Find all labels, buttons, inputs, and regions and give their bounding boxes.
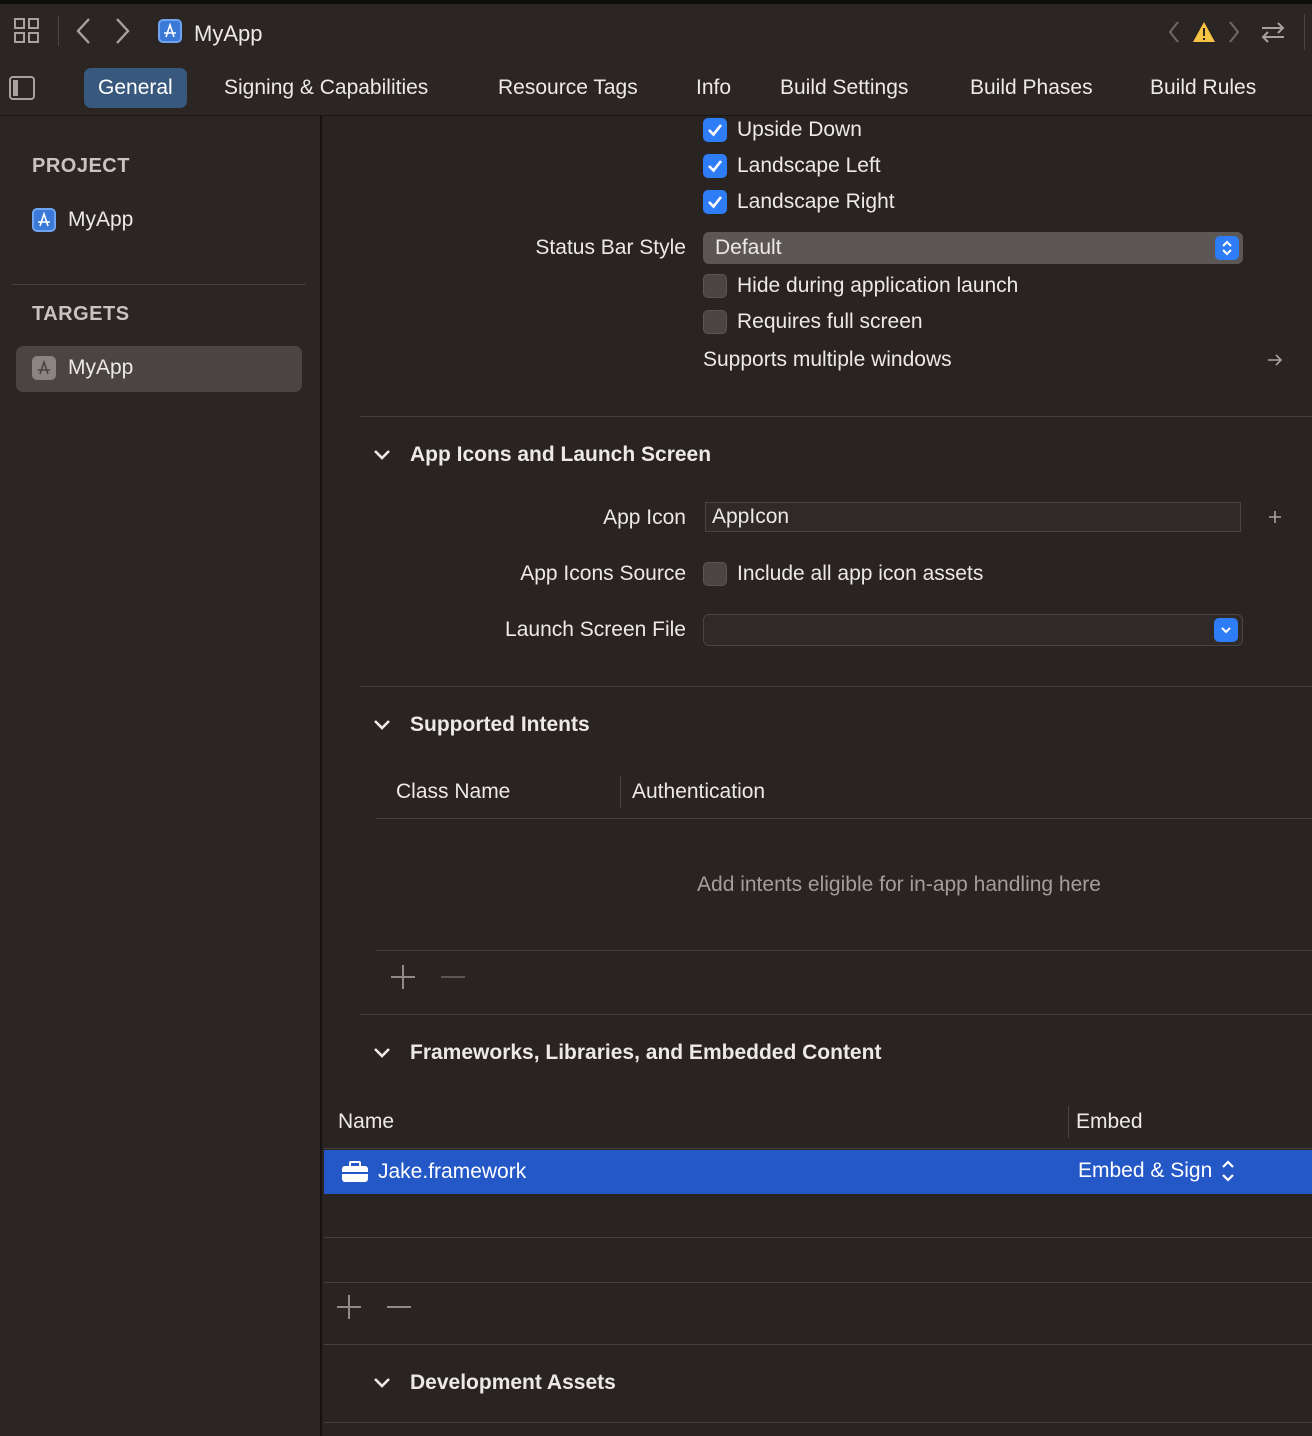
- table-footer-separator: [324, 1282, 1312, 1283]
- tab-build-settings[interactable]: Build Settings: [766, 68, 922, 108]
- add-intent-plus-icon[interactable]: [388, 962, 418, 992]
- toolbar-edge: [1304, 14, 1305, 50]
- section-separator: [324, 1344, 1312, 1345]
- swap-arrows-icon[interactable]: [1258, 18, 1288, 46]
- sidebar-item-project-label: MyApp: [68, 208, 134, 231]
- window-title: MyApp: [194, 21, 263, 46]
- embed-popup[interactable]: Embed & Sign: [1078, 1158, 1236, 1184]
- checkbox-label: Hide during application launch: [737, 274, 1019, 297]
- section-header-development-assets[interactable]: Development Assets: [372, 1371, 616, 1395]
- section-header-app-icons[interactable]: App Icons and Launch Screen: [372, 443, 711, 467]
- checkbox-landscape-left[interactable]: Landscape Left: [703, 154, 881, 178]
- section-separator: [360, 686, 1312, 687]
- target-icon: [32, 356, 56, 380]
- section-separator: [360, 416, 1312, 417]
- tab-info[interactable]: Info: [682, 68, 745, 108]
- targets-header: TARGETS: [32, 303, 130, 325]
- project-icon: [32, 208, 56, 232]
- remove-intent-minus-icon[interactable]: [438, 962, 468, 992]
- status-bar-style-popup[interactable]: Default: [703, 232, 1243, 264]
- embed-value: Embed & Sign: [1078, 1159, 1213, 1182]
- back-chevron-icon[interactable]: [72, 16, 96, 46]
- tab-resource-tags[interactable]: Resource Tags: [484, 68, 652, 108]
- section-title: App Icons and Launch Screen: [410, 443, 712, 466]
- section-title: Frameworks, Libraries, and Embedded Cont…: [410, 1041, 882, 1064]
- table-header-separator: [376, 818, 1312, 819]
- warning-icon[interactable]: [1192, 20, 1216, 44]
- column-header-class-name[interactable]: Class Name: [396, 780, 510, 804]
- app-icon-field[interactable]: AppIcon: [705, 502, 1241, 532]
- updown-chevron-icon: [1215, 236, 1239, 260]
- grid-icon[interactable]: [12, 16, 42, 46]
- section-title: Supported Intents: [410, 713, 590, 736]
- chevron-down-icon: [374, 1378, 390, 1388]
- sidebar-item-target-label: MyApp: [68, 356, 134, 379]
- column-header-authentication[interactable]: Authentication: [632, 780, 765, 804]
- checkbox-upside-down[interactable]: Upside Down: [703, 118, 862, 142]
- checkbox-box[interactable]: [703, 310, 727, 334]
- section-header-frameworks[interactable]: Frameworks, Libraries, and Embedded Cont…: [372, 1041, 881, 1065]
- toolbar: MyApp: [0, 4, 1312, 60]
- checkbox-label: Requires full screen: [737, 310, 923, 333]
- tab-general[interactable]: General: [84, 68, 187, 108]
- table-header-separator: [324, 1148, 1312, 1149]
- toolbox-framework-icon: [340, 1160, 370, 1184]
- intents-empty-placeholder: Add intents eligible for in-app handling…: [697, 873, 1101, 896]
- framework-name: Jake.framework: [378, 1160, 527, 1183]
- checkbox-label: Upside Down: [737, 118, 862, 141]
- updown-chevron-icon: [1222, 1160, 1235, 1182]
- checkbox-requires-full-screen[interactable]: Requires full screen: [703, 310, 923, 334]
- table-row-separator: [324, 1237, 1312, 1238]
- sidebar-divider: [12, 284, 306, 285]
- issue-forward-chevron-icon[interactable]: [1224, 18, 1244, 46]
- checkbox-landscape-right[interactable]: Landscape Right: [703, 190, 895, 214]
- checkmark-icon[interactable]: [703, 154, 727, 178]
- status-bar-style-value: Default: [715, 236, 782, 259]
- sidebar-item-project[interactable]: MyApp: [32, 208, 133, 232]
- checkbox-box[interactable]: [703, 562, 727, 586]
- checkbox-label: Landscape Left: [737, 154, 881, 177]
- section-separator: [360, 1014, 1312, 1015]
- column-divider: [620, 776, 621, 808]
- supports-multiple-windows-label: Supports multiple windows: [703, 348, 952, 371]
- app-icon-label: App Icon: [603, 506, 686, 529]
- app-icons-source-label: App Icons Source: [520, 562, 686, 585]
- launch-screen-file-label: Launch Screen File: [505, 618, 686, 641]
- tab-signing-capabilities[interactable]: Signing & Capabilities: [210, 68, 442, 108]
- section-header-supported-intents[interactable]: Supported Intents: [372, 713, 590, 737]
- sidebar-toggle-icon[interactable]: [8, 74, 36, 102]
- checkbox-label: Landscape Right: [737, 190, 895, 213]
- sidebar-item-target[interactable]: MyApp: [32, 356, 133, 380]
- editor-tab-bar: General Signing & Capabilities Resource …: [0, 60, 1312, 116]
- section-title: Development Assets: [410, 1371, 616, 1394]
- app-icon: [158, 19, 182, 43]
- column-header-name[interactable]: Name: [338, 1110, 394, 1134]
- tab-build-phases[interactable]: Build Phases: [956, 68, 1107, 108]
- plus-icon[interactable]: [1264, 506, 1286, 528]
- forward-chevron-icon[interactable]: [110, 16, 134, 46]
- chevron-down-icon: [374, 720, 390, 730]
- chevron-down-icon: [374, 1048, 390, 1058]
- column-header-embed[interactable]: Embed: [1076, 1110, 1143, 1134]
- checkbox-hide-status-bar[interactable]: Hide during application launch: [703, 274, 1018, 298]
- launch-screen-file-popup[interactable]: [703, 614, 1243, 646]
- chevron-down-icon: [1214, 618, 1238, 642]
- checkmark-icon[interactable]: [703, 190, 727, 214]
- status-bar-style-label: Status Bar Style: [535, 236, 686, 259]
- section-separator: [324, 1422, 1312, 1423]
- issue-back-chevron-icon[interactable]: [1164, 18, 1184, 46]
- column-divider: [1068, 1106, 1069, 1138]
- project-header: PROJECT: [32, 155, 130, 177]
- checkmark-icon[interactable]: [703, 118, 727, 142]
- chevron-down-icon: [374, 450, 390, 460]
- checkbox-include-all-app-icons[interactable]: Include all app icon assets: [703, 562, 983, 586]
- checkbox-box[interactable]: [703, 274, 727, 298]
- arrow-right-icon[interactable]: [1264, 350, 1286, 370]
- tab-build-rules[interactable]: Build Rules: [1136, 68, 1270, 108]
- toolbar-divider: [58, 16, 59, 46]
- remove-framework-minus-icon[interactable]: [384, 1292, 414, 1322]
- add-framework-plus-icon[interactable]: [334, 1292, 364, 1322]
- table-footer-separator: [376, 950, 1312, 951]
- checkbox-label: Include all app icon assets: [737, 562, 984, 585]
